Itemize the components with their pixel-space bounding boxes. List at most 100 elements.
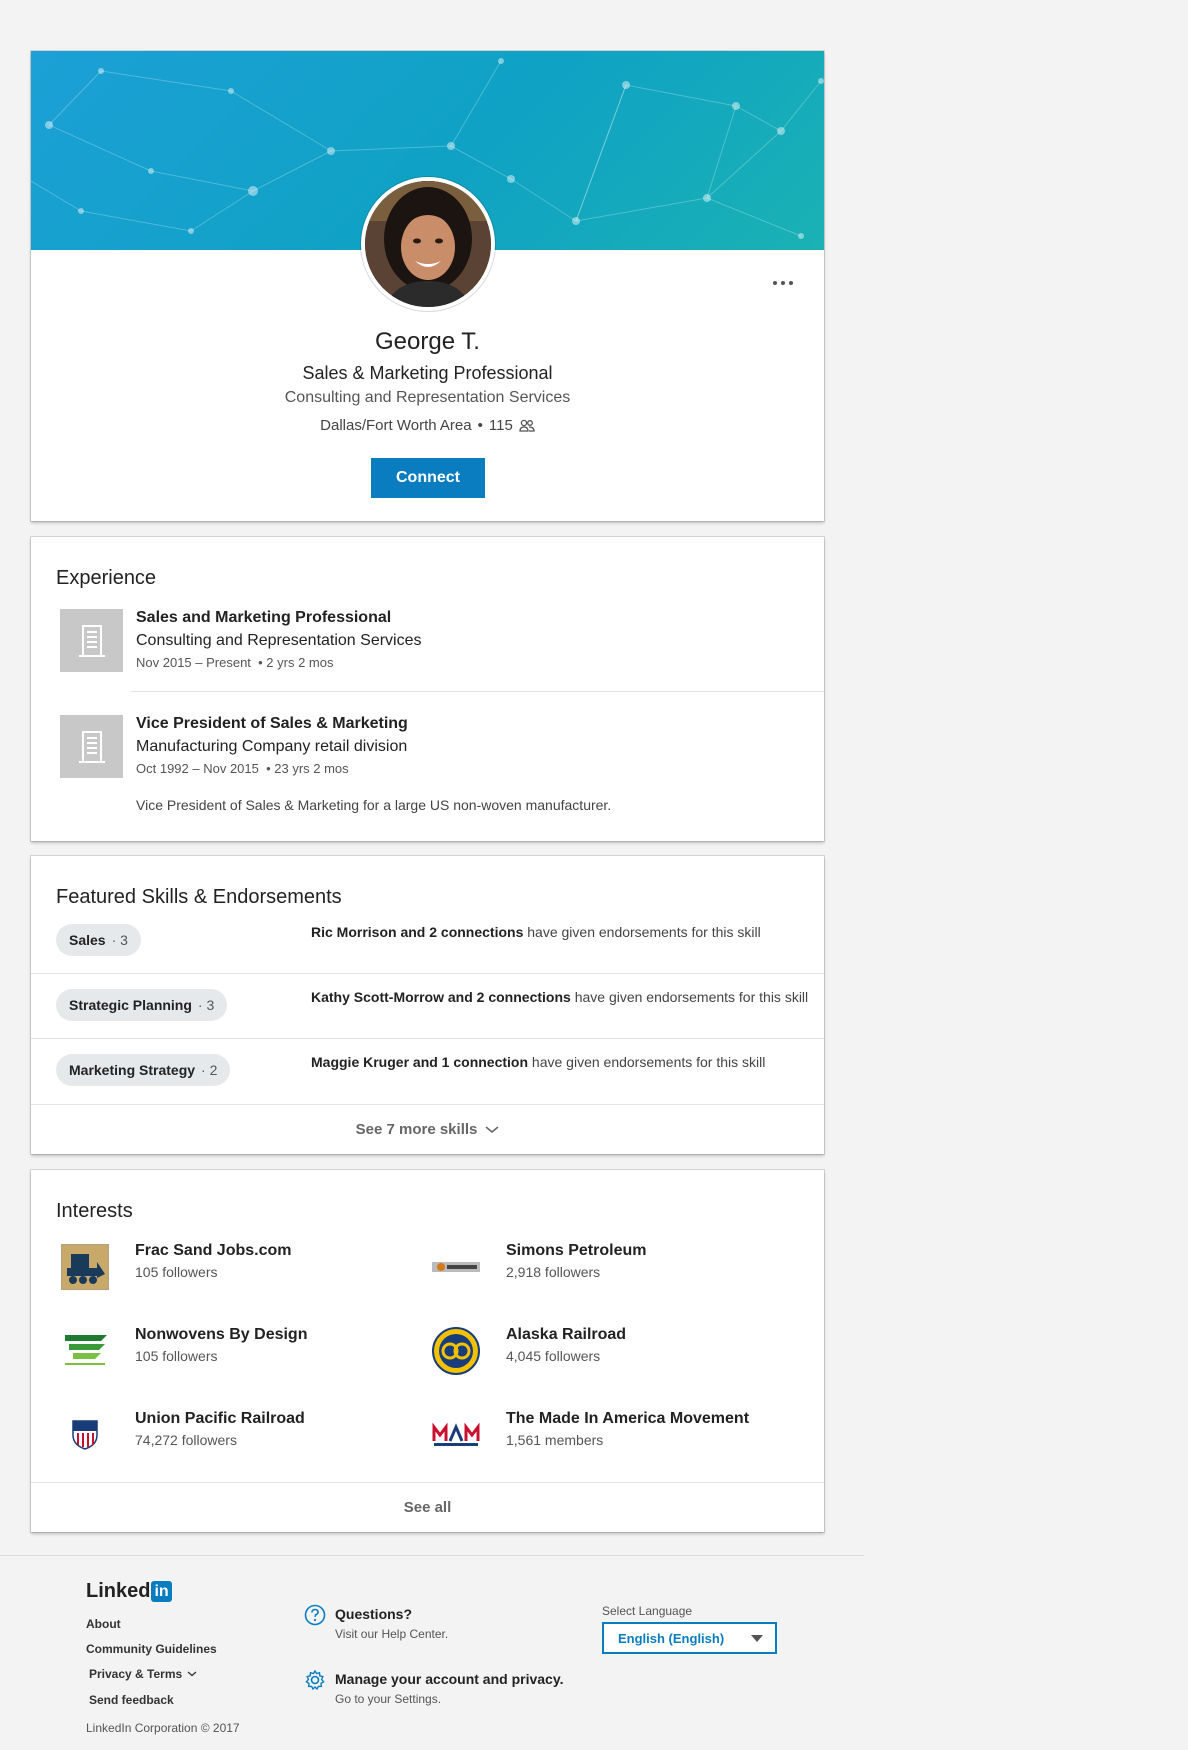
interest-name[interactable]: Frac Sand Jobs.com [135,1242,292,1260]
interest-text: Frac Sand Jobs.com 105 followers [135,1242,292,1280]
skill-name: Marketing Strategy [69,1062,196,1078]
experience-divider [131,691,824,692]
date-range: Oct 1992 – Nov 2015 [136,761,259,776]
alaska-railroad-logo [431,1326,481,1376]
experience-role[interactable]: Vice President of Sales & Marketing [136,715,408,733]
duration: 2 yrs 2 mos [266,655,334,670]
separator-dot: • [477,417,483,434]
interest-text: Union Pacific Railroad 74,272 followers [135,1410,305,1448]
help-center-link[interactable]: Visit our Help Center. [335,1627,448,1641]
experience-card: Experience Sales and Marketing Professio… [31,537,824,841]
footer-copyright: LinkedIn Corporation © 2017 [86,1721,240,1735]
duration: 23 yrs 2 mos [274,761,349,776]
settings-block: Manage your account and privacy. Go to y… [335,1671,563,1706]
see-more-skills-button[interactable]: See 7 more skills [31,1104,824,1154]
interest-item[interactable]: Nonwovens By Design 105 followers [60,1326,420,1386]
skill-pill[interactable]: Sales · 3 [56,924,141,956]
skill-divider [31,973,824,974]
date-range: Nov 2015 – Present [136,655,251,670]
skill-endorsers: Kathy Scott-Morrow and 2 connections hav… [311,989,808,1005]
interest-name[interactable]: Alaska Railroad [506,1326,626,1344]
interests-card: Interests Frac Sand Jobs.com 105 followe… [31,1170,824,1532]
logo-in-box: in [151,1581,172,1602]
privacy-label: Privacy & Terms [89,1667,183,1681]
interest-text: The Made In America Movement 1,561 membe… [506,1410,749,1448]
interest-name[interactable]: The Made In America Movement [506,1410,749,1428]
interest-item[interactable]: Simons Petroleum 2,918 followers [431,1242,791,1302]
endorsement-count: · 2 [201,1062,218,1078]
interest-name[interactable]: Union Pacific Railroad [135,1410,305,1428]
settings-title: Manage your account and privacy. [335,1671,564,1687]
skill-endorsers: Ric Morrison and 2 connections have give… [311,924,761,940]
skill-divider [31,1038,824,1039]
settings-link[interactable]: Go to your Settings. [335,1692,563,1706]
profile-name: George T. [375,328,480,355]
connections-count[interactable]: 115 [489,417,513,434]
interest-item[interactable]: The Made In America Movement 1,561 membe… [431,1410,791,1470]
endorsers-suffix: have given endorsements for this skill [527,924,761,940]
interest-text: Nonwovens By Design 105 followers [135,1326,307,1364]
profile-location-row: Dallas/Fort Worth Area • 115 [31,417,824,434]
interest-item[interactable]: Frac Sand Jobs.com 105 followers [60,1242,420,1302]
skills-card: Featured Skills & Endorsements Sales · 3… [31,856,824,1154]
language-select[interactable]: English (English) [602,1622,777,1654]
profile-headline: Sales & Marketing Professional [302,363,553,383]
interest-followers: 2,918 followers [506,1264,601,1280]
help-title: Questions? [335,1606,413,1622]
footer-link-privacy-terms[interactable]: Privacy & Terms [89,1667,197,1681]
footer-divider [0,1555,864,1556]
skill-name: Strategic Planning [69,997,192,1013]
experience-description: Vice President of Sales & Marketing for … [136,797,612,813]
language-label: Select Language [602,1604,693,1618]
see-all-interests-button[interactable]: See all [31,1482,824,1532]
nonwovens-logo [60,1326,110,1376]
experience-dates: Nov 2015 – Present • 2 yrs 2 mos [136,655,334,670]
interest-followers: 105 followers [135,1264,218,1280]
endorsers-names[interactable]: Kathy Scott-Morrow and 2 connections [311,989,571,1005]
interest-followers: 1,561 members [506,1432,604,1448]
experience-item: Sales and Marketing Professional Consult… [31,609,824,709]
connect-button[interactable]: Connect [371,458,485,498]
skill-endorsers: Maggie Kruger and 1 connection have give… [311,1054,765,1070]
skills-title: Featured Skills & Endorsements [56,886,342,908]
interest-name[interactable]: Simons Petroleum [506,1242,646,1260]
language-selector: Select Language English (English) [602,1604,777,1654]
interest-item[interactable]: Alaska Railroad 4,045 followers [431,1326,791,1386]
see-more-label: See 7 more skills [355,1121,478,1138]
endorsement-count: · 3 [197,997,215,1013]
interest-item[interactable]: Union Pacific Railroad 74,272 followers [60,1410,420,1470]
interest-name[interactable]: Nonwovens By Design [135,1326,307,1344]
dropdown-arrow-icon [751,1634,763,1642]
endorsers-suffix: have given endorsements for this skill [531,1054,766,1070]
endorsers-names[interactable]: Ric Morrison and 2 connections [311,924,523,940]
profile-location: Dallas/Fort Worth Area [320,417,472,434]
interests-title: Interests [56,1200,133,1222]
footer-link-about[interactable]: About [86,1617,121,1631]
language-value: English (English) [618,1630,725,1646]
company-logo[interactable] [60,609,123,672]
building-icon [78,624,105,657]
skill-pill[interactable]: Strategic Planning · 3 [56,989,228,1021]
endorsers-names[interactable]: Maggie Kruger and 1 connection [311,1054,528,1070]
footer-link-community-guidelines[interactable]: Community Guidelines [86,1642,217,1656]
skill-pill[interactable]: Marketing Strategy · 2 [56,1054,231,1086]
experience-role[interactable]: Sales and Marketing Professional [136,609,422,627]
settings-gear-icon[interactable] [304,1669,326,1696]
profile-photo [365,181,491,307]
profile-company: Consulting and Representation Services [284,389,571,406]
interest-text: Simons Petroleum 2,918 followers [506,1242,646,1280]
linkedin-logo[interactable]: Linked in [86,1580,172,1603]
help-block: Questions? Visit our Help Center. [335,1606,448,1641]
interest-text: Alaska Railroad 4,045 followers [506,1326,626,1364]
endorsers-suffix: have given endorsements for this skill [574,989,809,1005]
company-logo[interactable] [60,715,123,778]
help-icon[interactable] [304,1604,326,1631]
interest-followers: 4,045 followers [506,1348,601,1364]
experience-details: Vice President of Sales & Marketing Manu… [136,715,408,776]
footer-link-send-feedback[interactable]: Send feedback [89,1693,174,1707]
building-icon [78,730,105,763]
more-actions-button[interactable] [768,273,798,293]
more-dot-icon [781,281,785,285]
experience-dates: Oct 1992 – Nov 2015 • 23 yrs 2 mos [136,761,349,776]
profile-card: George T. Sales & Marketing Professional… [31,51,824,521]
